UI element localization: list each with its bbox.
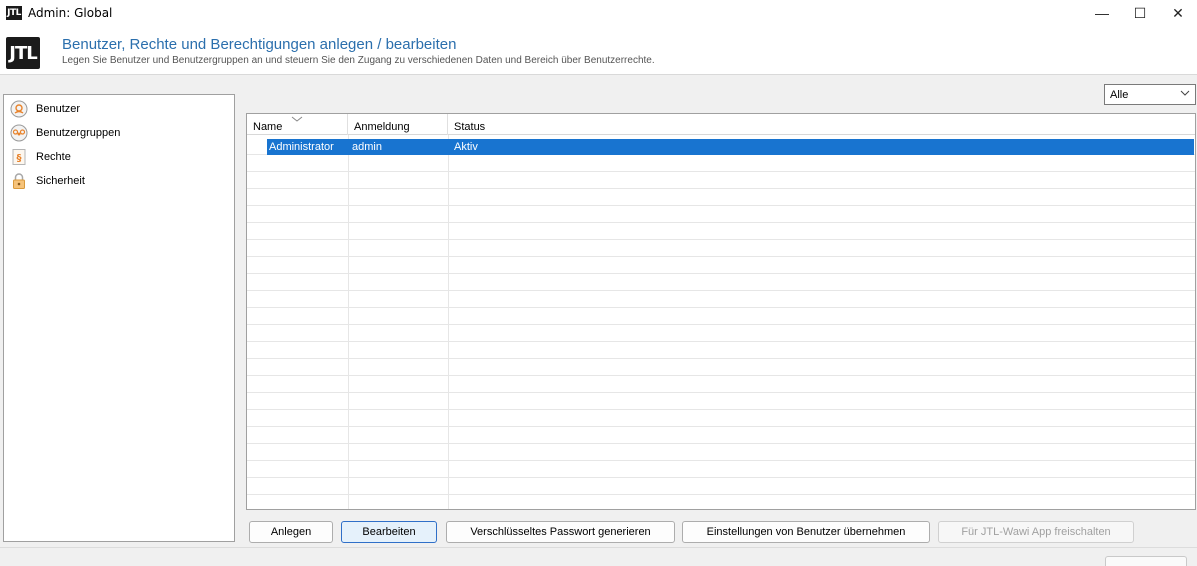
anlegen-button[interactable]: Anlegen	[249, 521, 333, 543]
app-icon: JTL	[6, 6, 22, 20]
svg-text:§: §	[17, 153, 22, 164]
user-icon	[10, 100, 28, 118]
chevron-down-icon	[1180, 88, 1190, 101]
cell-anmeldung: admin	[352, 141, 382, 153]
app-freischalten-button[interactable]: Für JTL-Wawi App freischalten	[938, 521, 1134, 543]
sort-descending-icon	[291, 114, 303, 126]
table-row-empty	[247, 495, 1195, 509]
page-header: JTL Benutzer, Rechte und Berechtigungen …	[0, 26, 1197, 75]
table-row-empty	[247, 155, 1195, 172]
table-header: Name Anmeldung Status	[247, 114, 1195, 135]
status-filter-value: Alle	[1110, 88, 1129, 101]
table-row-empty	[247, 478, 1195, 495]
user-table: Name Anmeldung Status Administrator admi…	[246, 113, 1196, 510]
sidebar-item-label: Rechte	[36, 151, 71, 163]
window-controls: — ☐ ✕	[1083, 0, 1197, 26]
column-header-name[interactable]: Name	[247, 114, 348, 135]
table-row-empty	[247, 325, 1195, 342]
table-row-empty	[247, 274, 1195, 291]
sidebar-item-label: Sicherheit	[36, 175, 85, 187]
user-group-icon	[10, 124, 28, 142]
table-row-empty	[247, 240, 1195, 257]
table-row-empty	[247, 359, 1195, 376]
table-row-empty	[247, 444, 1195, 461]
table-row-empty	[247, 342, 1195, 359]
table-row-empty	[247, 172, 1195, 189]
sidebar-item-rechte[interactable]: § Rechte	[10, 146, 71, 168]
table-row-empty	[247, 410, 1195, 427]
sidebar-item-label: Benutzergruppen	[36, 127, 121, 139]
table-row-empty	[247, 223, 1195, 240]
sidebar-item-benutzer[interactable]: Benutzer	[10, 98, 80, 120]
sidebar: Benutzer Benutzergruppen § Rechte Sicher…	[3, 94, 235, 542]
lock-icon	[10, 172, 28, 190]
table-row-empty	[247, 189, 1195, 206]
table-row-empty	[247, 376, 1195, 393]
divider	[0, 547, 1197, 548]
window-title: Admin: Global	[28, 6, 113, 20]
sidebar-item-sicherheit[interactable]: Sicherheit	[10, 170, 85, 192]
table-row-empty	[247, 461, 1195, 478]
einstellungen-uebernehmen-button[interactable]: Einstellungen von Benutzer übernehmen	[682, 521, 930, 543]
sidebar-item-label: Benutzer	[36, 103, 81, 115]
column-header-anmeldung[interactable]: Anmeldung	[348, 114, 448, 135]
table-row-empty	[247, 427, 1195, 444]
minimize-button[interactable]: —	[1083, 0, 1121, 26]
maximize-button[interactable]: ☐	[1121, 0, 1159, 26]
table-row-empty	[247, 291, 1195, 308]
column-header-status[interactable]: Status	[448, 114, 1195, 135]
close-button[interactable]: ✕	[1159, 0, 1197, 26]
table-row-empty	[247, 257, 1195, 274]
page-title: Benutzer, Rechte und Berechtigungen anle…	[62, 36, 457, 53]
table-row-empty	[247, 308, 1195, 325]
footer-button[interactable]	[1105, 556, 1187, 566]
passwort-generieren-button[interactable]: Verschlüsseltes Passwort generieren	[446, 521, 675, 543]
cell-name: Administrator	[269, 141, 334, 153]
sidebar-item-benutzergruppen[interactable]: Benutzergruppen	[10, 122, 120, 144]
page-subtitle: Legen Sie Benutzer und Benutzergruppen a…	[62, 55, 655, 66]
cell-status: Aktiv	[454, 141, 478, 153]
table-row-empty	[247, 393, 1195, 410]
table-row-empty	[247, 206, 1195, 223]
status-filter-select[interactable]: Alle	[1104, 84, 1196, 105]
title-bar: JTL Admin: Global — ☐ ✕	[0, 0, 1197, 26]
rights-document-icon: §	[10, 148, 28, 166]
bearbeiten-button[interactable]: Bearbeiten	[341, 521, 437, 543]
jtl-logo: JTL	[6, 37, 40, 69]
table-row[interactable]: Administrator admin Aktiv	[267, 139, 1194, 155]
